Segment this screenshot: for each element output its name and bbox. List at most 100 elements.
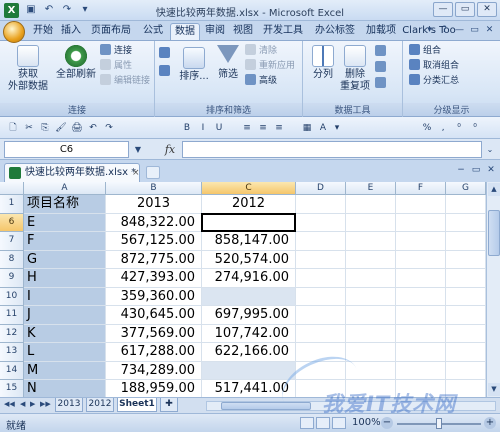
empty-cell[interactable] bbox=[296, 287, 346, 306]
empty-cell[interactable] bbox=[446, 343, 486, 362]
row-header[interactable]: 12 bbox=[0, 324, 24, 343]
empty-cell[interactable] bbox=[296, 306, 346, 325]
page-layout-view-icon[interactable] bbox=[316, 417, 330, 429]
empty-cell[interactable] bbox=[296, 213, 346, 232]
tab-page-layout[interactable]: 页面布局 bbox=[86, 23, 136, 40]
tab-office-tab[interactable]: 办公标签 bbox=[310, 23, 360, 40]
normal-view-icon[interactable] bbox=[300, 417, 314, 429]
value-2013-cell[interactable]: 188,959.00 bbox=[106, 380, 202, 397]
doc-window-minimize-icon[interactable]: − bbox=[454, 163, 468, 177]
minimize-button[interactable]: — bbox=[433, 2, 453, 17]
percent-icon[interactable]: % bbox=[420, 121, 434, 135]
tab-add-ins[interactable]: 加载项 bbox=[362, 23, 400, 40]
value-2012-cell[interactable]: 107,742.00 bbox=[202, 324, 296, 343]
get-external-data-button[interactable]: 获取 外部数据 bbox=[4, 45, 52, 93]
refresh-all-button[interactable]: 全部刷新 bbox=[54, 45, 98, 81]
value-2013-cell[interactable]: 359,360.00 bbox=[106, 287, 202, 306]
name-box[interactable]: C6 bbox=[4, 141, 129, 158]
doc-minimize-icon[interactable]: — bbox=[453, 24, 466, 37]
cut-icon[interactable]: ✂ bbox=[22, 121, 36, 135]
empty-cell[interactable] bbox=[396, 361, 446, 380]
item-name-cell[interactable]: F bbox=[24, 232, 106, 251]
page-break-view-icon[interactable] bbox=[332, 417, 346, 429]
vertical-scrollbar[interactable]: ▲ ▼ bbox=[486, 182, 500, 397]
empty-cell[interactable] bbox=[446, 232, 486, 251]
print-icon[interactable]: 🖨 bbox=[70, 121, 84, 135]
value-2013-cell[interactable]: 848,322.00 bbox=[106, 213, 202, 232]
expand-formula-bar-icon[interactable]: ⌄ bbox=[484, 141, 496, 158]
empty-cell[interactable] bbox=[346, 250, 396, 269]
column-header-a[interactable]: A bbox=[24, 182, 106, 195]
active-cell-selection[interactable] bbox=[201, 212, 296, 232]
scroll-up-icon[interactable]: ▲ bbox=[488, 183, 500, 196]
font-color-icon[interactable]: A bbox=[316, 121, 330, 135]
item-name-cell[interactable]: E bbox=[24, 213, 106, 232]
zoom-in-icon[interactable]: + bbox=[484, 417, 496, 429]
properties-button[interactable]: 属性 bbox=[100, 59, 132, 73]
close-button[interactable]: ✕ bbox=[477, 2, 497, 17]
empty-cell[interactable] bbox=[346, 306, 396, 325]
align-left-icon[interactable]: ≡ bbox=[240, 121, 254, 135]
tab-view[interactable]: 视图 bbox=[230, 23, 256, 40]
subtotal-button[interactable]: 分类汇总 bbox=[409, 74, 459, 88]
what-if-button[interactable] bbox=[375, 77, 389, 91]
value-2012-cell[interactable]: 858,147.00 bbox=[202, 232, 296, 251]
value-2012-cell[interactable]: 520,574.00 bbox=[202, 250, 296, 269]
connections-button[interactable]: 连接 bbox=[100, 44, 132, 58]
empty-cell[interactable] bbox=[446, 361, 486, 380]
prev-sheet-icon[interactable]: ◀ bbox=[20, 400, 25, 408]
tab-insert[interactable]: 插入 bbox=[58, 23, 84, 40]
comma-icon[interactable]: ‚ bbox=[436, 121, 450, 135]
empty-cell[interactable] bbox=[446, 250, 486, 269]
select-all-corner[interactable] bbox=[0, 182, 24, 195]
row-header[interactable]: 1 bbox=[0, 195, 24, 214]
document-tab-close-icon[interactable]: × bbox=[132, 165, 140, 182]
value-2012-cell[interactable] bbox=[202, 287, 296, 306]
ribbon-dropdown-icon[interactable]: ▾ bbox=[423, 24, 436, 37]
item-name-cell[interactable]: G bbox=[24, 250, 106, 269]
empty-cell[interactable] bbox=[396, 250, 446, 269]
doc-window-close-icon[interactable]: ✕ bbox=[484, 163, 498, 177]
row-header[interactable]: 11 bbox=[0, 306, 24, 325]
row-header[interactable]: 10 bbox=[0, 287, 24, 306]
empty-cell[interactable] bbox=[346, 287, 396, 306]
column-header-b[interactable]: B bbox=[106, 182, 202, 195]
bold-icon[interactable]: B bbox=[180, 121, 194, 135]
empty-cell[interactable] bbox=[346, 324, 396, 343]
new-tab-button[interactable] bbox=[146, 166, 160, 179]
header-cell-2013[interactable]: 2013 bbox=[106, 195, 202, 214]
sheet-tab-sheet1[interactable]: Sheet1 bbox=[117, 398, 157, 412]
empty-cell[interactable] bbox=[446, 213, 486, 232]
item-name-cell[interactable]: H bbox=[24, 269, 106, 288]
value-2013-cell[interactable]: 617,288.00 bbox=[106, 343, 202, 362]
empty-cell[interactable] bbox=[446, 195, 486, 214]
doc-close-icon[interactable]: ✕ bbox=[483, 24, 496, 37]
zoom-level[interactable]: 100% bbox=[352, 417, 381, 428]
row-header[interactable]: 13 bbox=[0, 343, 24, 362]
tab-review[interactable]: 审阅 bbox=[202, 23, 228, 40]
value-2012-cell[interactable]: 274,916.00 bbox=[202, 269, 296, 288]
decrease-decimal-icon[interactable]: ⁰ bbox=[468, 121, 482, 135]
vertical-scroll-thumb[interactable] bbox=[488, 210, 500, 256]
header-cell-2012[interactable]: 2012 bbox=[202, 195, 296, 214]
next-sheet-icon[interactable]: ▶ bbox=[30, 400, 35, 408]
row-header[interactable]: 14 bbox=[0, 361, 24, 380]
item-name-cell[interactable]: K bbox=[24, 324, 106, 343]
tab-developer[interactable]: 开发工具 bbox=[258, 23, 308, 40]
doc-window-restore-icon[interactable]: ▭ bbox=[469, 163, 483, 177]
item-name-cell[interactable]: J bbox=[24, 306, 106, 325]
value-2013-cell[interactable]: 430,645.00 bbox=[106, 306, 202, 325]
column-header-f[interactable]: F bbox=[396, 182, 446, 195]
tab-formulas[interactable]: 公式 bbox=[138, 23, 168, 40]
item-name-cell[interactable]: M bbox=[24, 361, 106, 380]
group-button[interactable]: 组合 bbox=[409, 44, 441, 58]
tab-data[interactable]: 数据 bbox=[170, 23, 200, 40]
row-header[interactable]: 15 bbox=[0, 380, 24, 397]
row-header[interactable]: 7 bbox=[0, 232, 24, 251]
column-header-e[interactable]: E bbox=[346, 182, 396, 195]
name-box-dropdown-icon[interactable]: ▼ bbox=[132, 141, 144, 158]
empty-cell[interactable] bbox=[396, 232, 446, 251]
formula-input[interactable] bbox=[182, 141, 482, 158]
copy-icon[interactable]: ⎘ bbox=[38, 121, 52, 135]
row-header[interactable]: 6 bbox=[0, 213, 24, 232]
